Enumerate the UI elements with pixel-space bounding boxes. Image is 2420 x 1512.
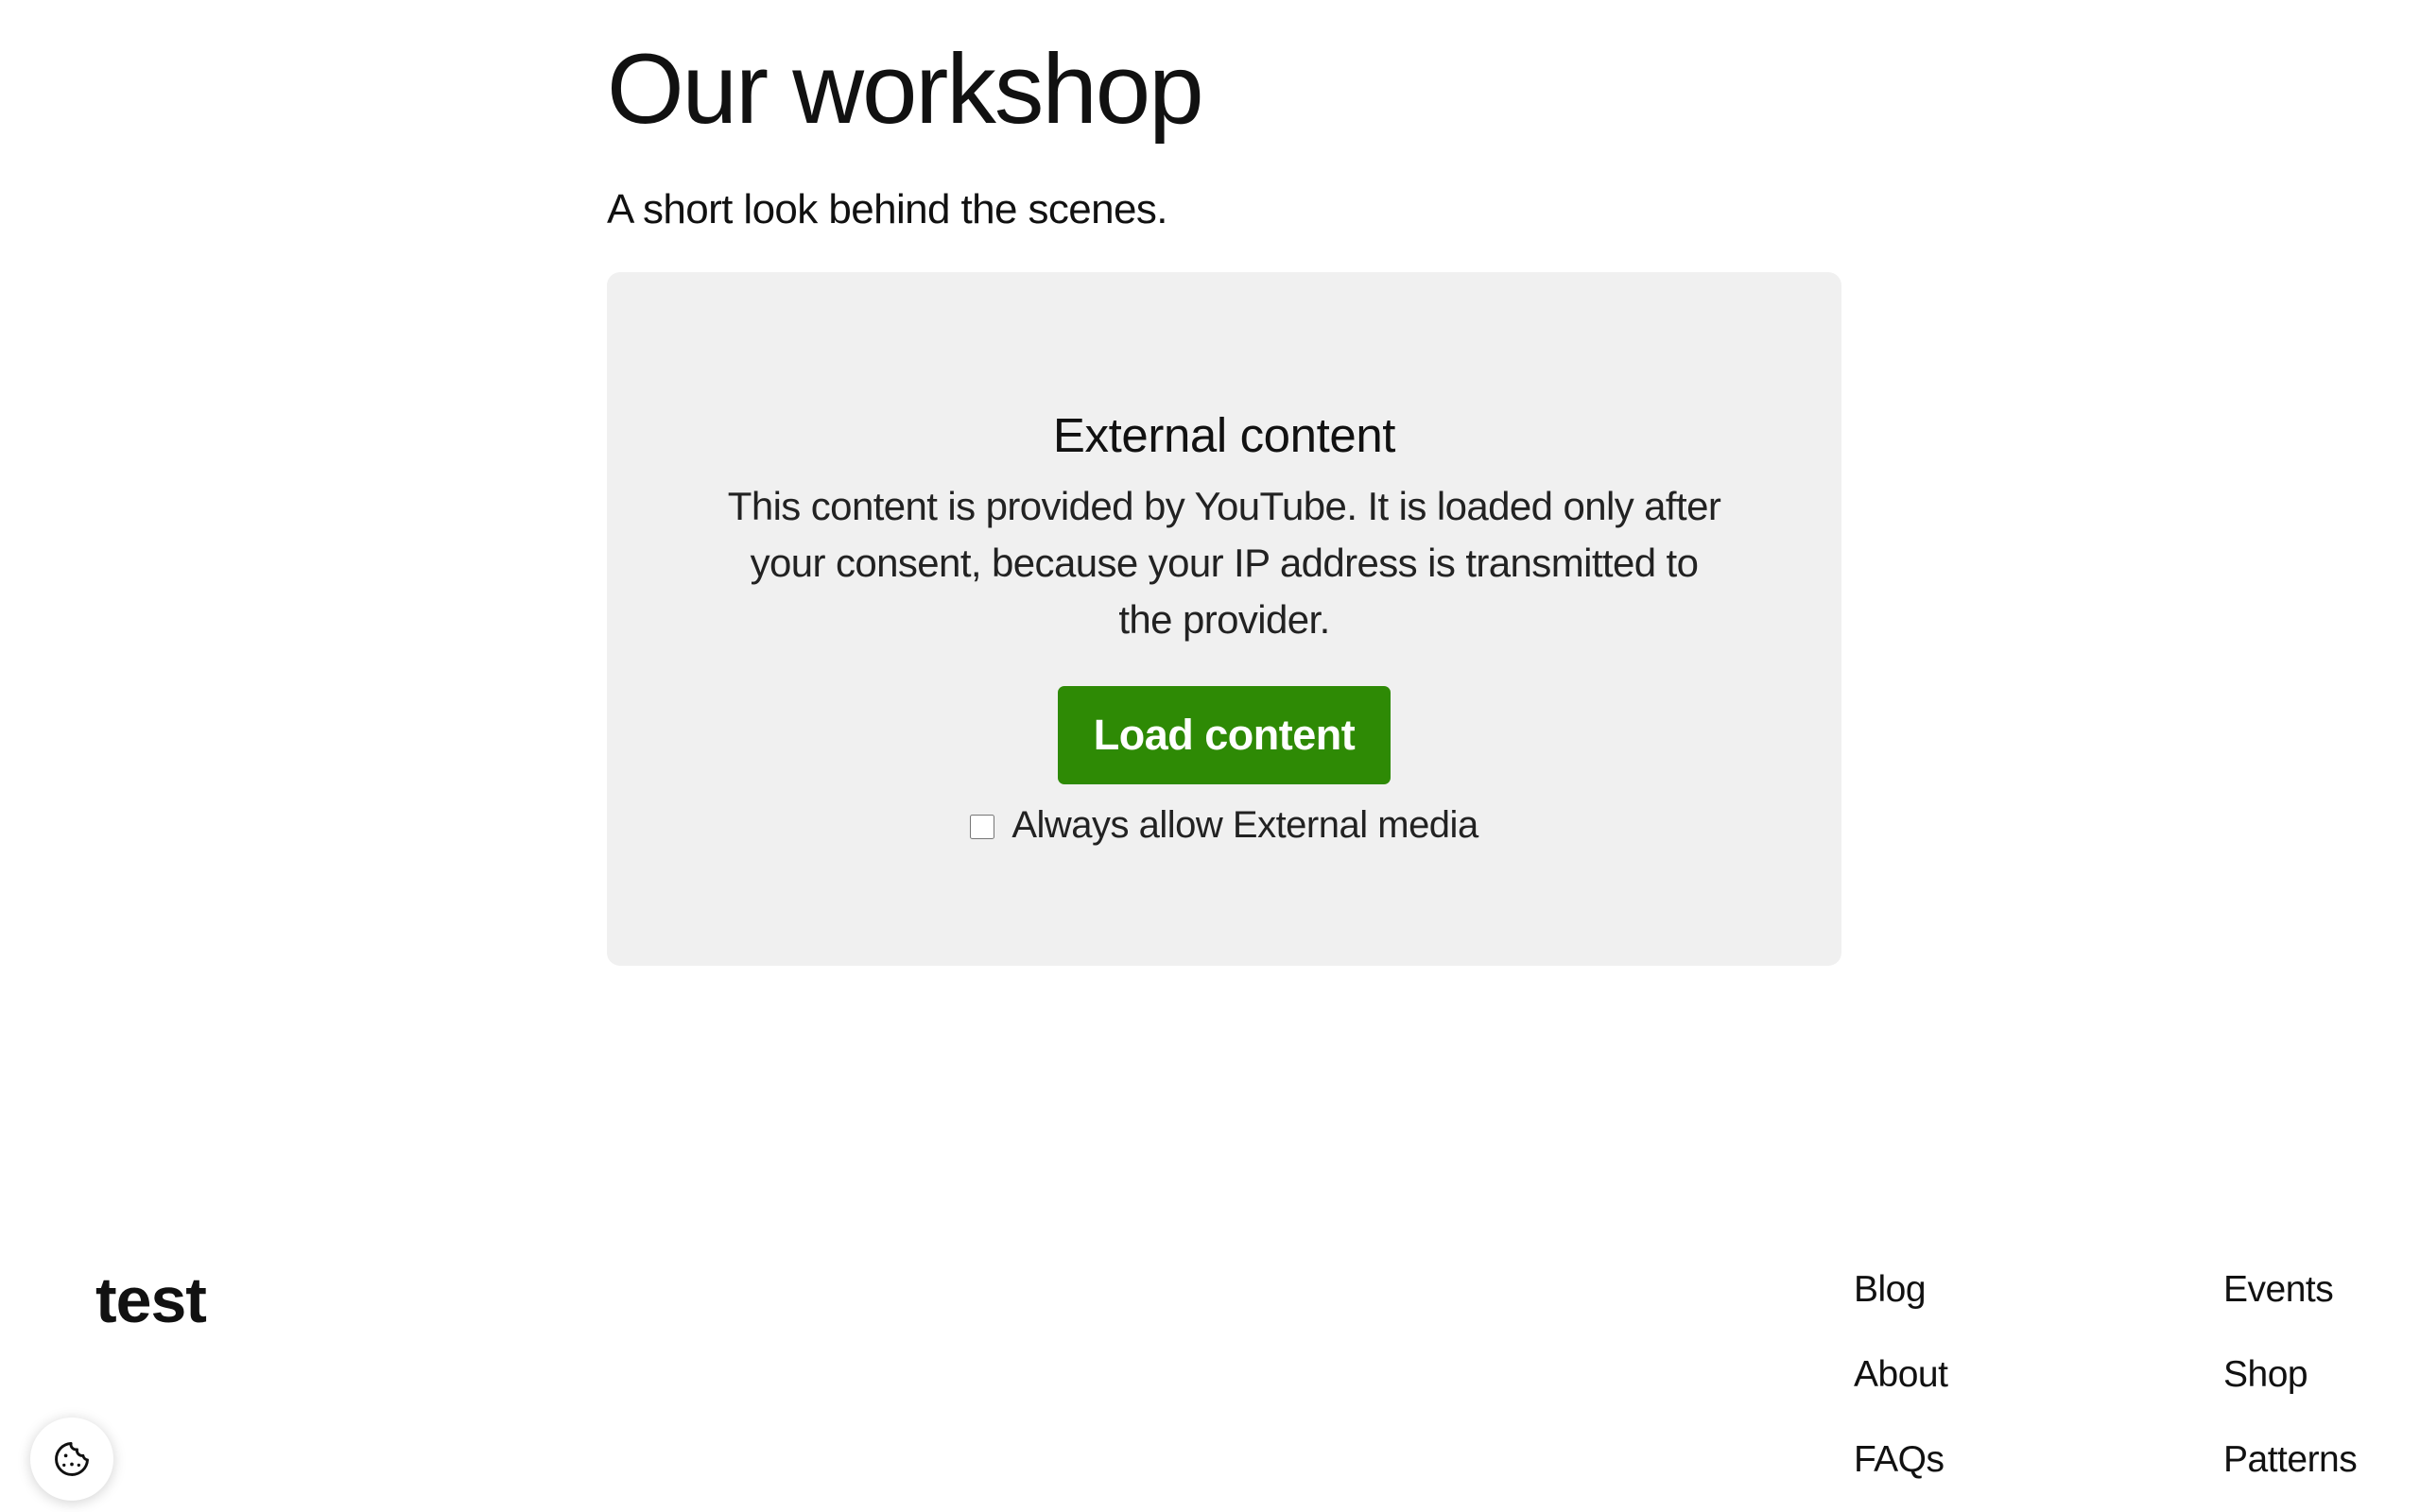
footer-nav-column-1: Blog About FAQs [1854, 1266, 1948, 1512]
footer-link-events[interactable]: Events [2223, 1266, 2357, 1314]
footer-logo[interactable]: test [95, 1259, 207, 1342]
main-content: Our workshop A short look behind the sce… [607, 28, 1841, 966]
page-title: Our workshop [607, 34, 1204, 145]
footer-link-shop[interactable]: Shop [2223, 1351, 2357, 1399]
external-content-placeholder: External content This content is provide… [607, 272, 1841, 966]
always-allow-row: Always allow External media [720, 801, 1728, 849]
always-allow-checkbox[interactable] [970, 815, 995, 839]
page: Our workshop A short look behind the sce… [0, 0, 2420, 1512]
footer-link-blog[interactable]: Blog [1854, 1266, 1947, 1314]
always-allow-label[interactable]: Always allow External media [1011, 801, 1478, 849]
external-content-heading: External content [1052, 408, 1396, 462]
footer-link-faqs[interactable]: FAQs [1854, 1436, 1947, 1484]
load-content-button[interactable]: Load content [1057, 686, 1392, 784]
page-subtitle: A short look behind the scenes. [607, 186, 1168, 232]
footer-nav-column-2: Events Shop Patterns [2223, 1266, 2358, 1512]
external-content-description: This content is provided by YouTube. It … [727, 484, 1721, 642]
footer-link-patterns[interactable]: Patterns [2223, 1436, 2358, 1484]
cookie-icon [55, 1442, 89, 1476]
cookie-settings-button[interactable] [30, 1418, 113, 1501]
footer-link-about[interactable]: About [1854, 1351, 1948, 1399]
